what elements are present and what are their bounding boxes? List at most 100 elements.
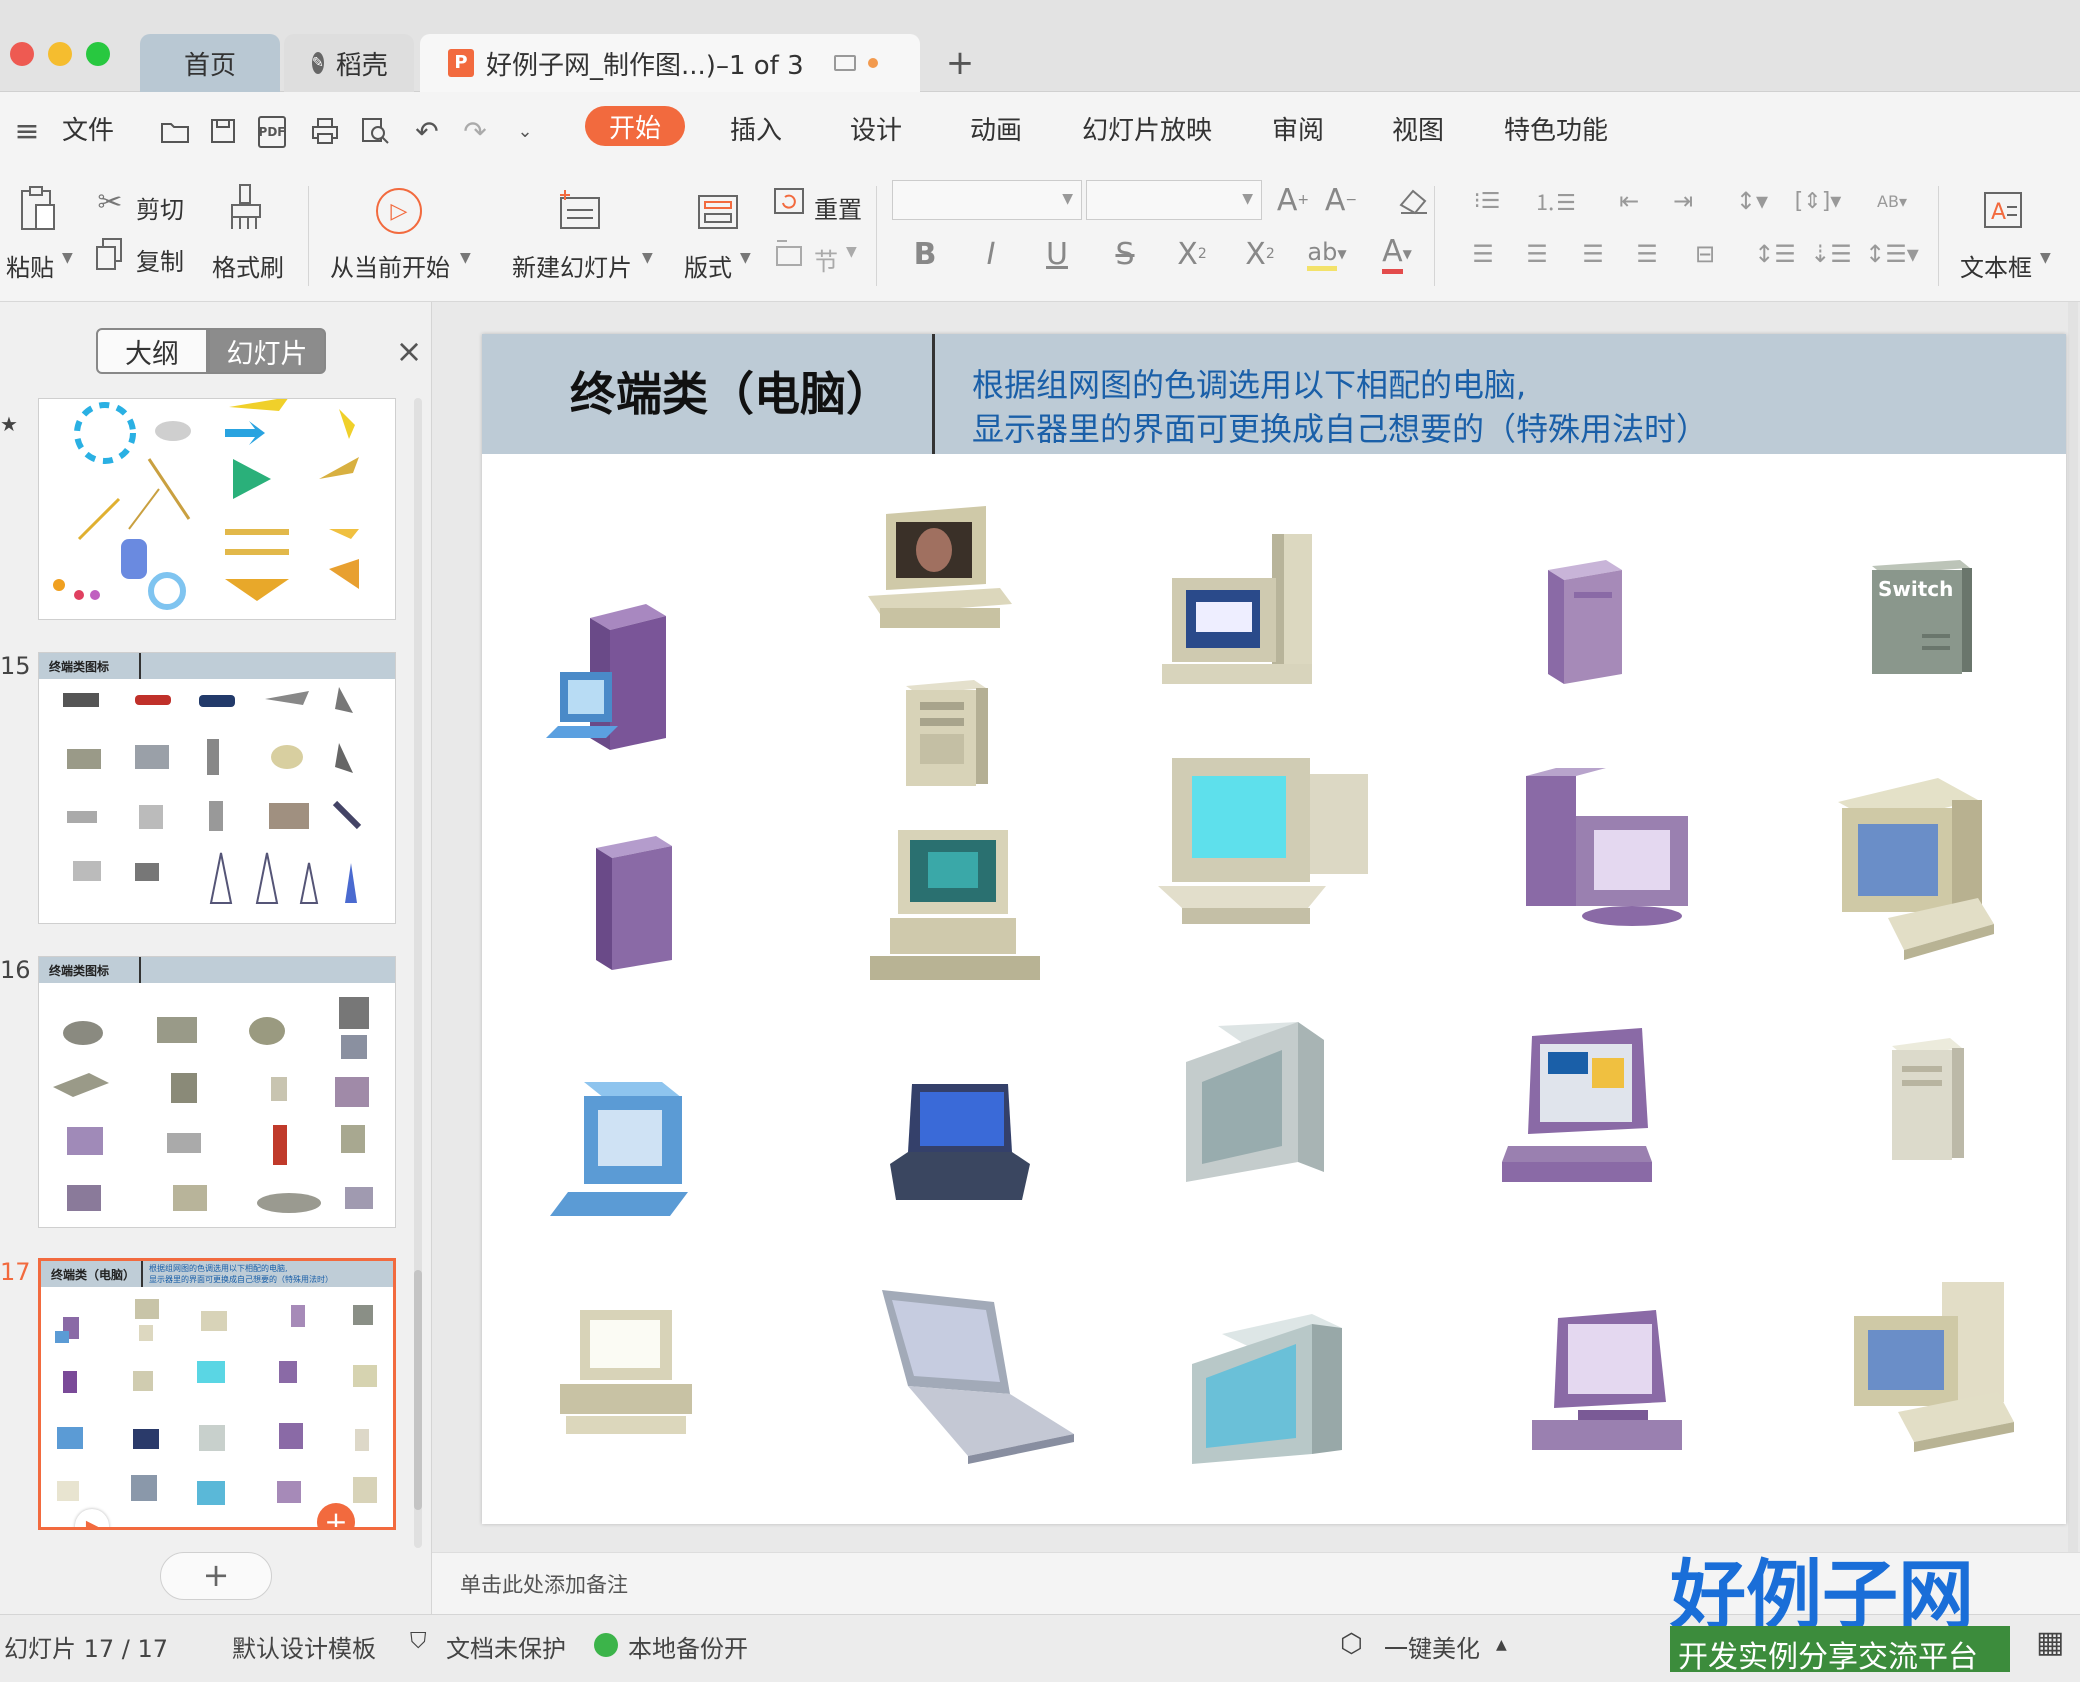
grey-laptop-icon[interactable] (878, 1286, 1078, 1466)
tab-home[interactable]: 首页 (140, 34, 280, 92)
tab-view[interactable]: 视图 (1392, 110, 1444, 147)
outline-view-button[interactable]: 大纲 (96, 328, 208, 374)
textbox-button[interactable]: 文本框 (1960, 248, 2032, 283)
save-icon[interactable] (206, 114, 240, 148)
slide-subtitle-line2[interactable]: 显示器里的界面可更换成自己想要的（特殊用法时） (972, 404, 1708, 450)
beige-monitor-video-icon[interactable] (862, 504, 1012, 634)
decrease-indent-icon[interactable]: ⇤ (1612, 184, 1646, 218)
distribute-icon[interactable]: ⊟ (1688, 236, 1722, 272)
underline-icon[interactable]: U (1040, 236, 1074, 272)
purple-monitor-screenshot-icon[interactable] (1502, 1028, 1662, 1188)
paste-icon[interactable] (16, 184, 60, 234)
beige-vintage-pc-icon[interactable] (560, 1310, 700, 1440)
open-folder-icon[interactable] (158, 114, 192, 148)
scissors-icon[interactable]: ✂ (92, 184, 128, 220)
close-panel-button[interactable]: × (394, 328, 424, 374)
slide-title[interactable]: 终端类（电脑） (570, 358, 892, 424)
decrease-font-size-icon[interactable]: A − (1324, 182, 1358, 218)
slide-thumbnail[interactable] (38, 398, 396, 620)
font-color-icon[interactable]: A ▼ (1374, 234, 1420, 274)
tab-document[interactable]: P 好例子网_制作图...)–1 of 3 (420, 34, 920, 92)
clear-format-icon[interactable] (1396, 182, 1432, 218)
new-slide-button[interactable]: 新建幻灯片 (512, 248, 632, 283)
customize-chevron-icon[interactable]: ⌄ (508, 114, 542, 148)
panel-scrollbar-thumb[interactable] (414, 1270, 422, 1510)
close-window-button[interactable] (10, 42, 34, 66)
tab-animation[interactable]: 动画 (970, 110, 1022, 147)
line-spacing-icon[interactable]: ↕☰ (1754, 236, 1796, 272)
print-icon[interactable] (308, 114, 342, 148)
cut-button[interactable]: 剪切 (136, 190, 184, 225)
purple-tower-pc-icon[interactable] (546, 598, 666, 758)
canvas-scrollbar[interactable] (2068, 302, 2078, 1552)
paste-dropdown-icon[interactable]: ▼ (62, 250, 73, 266)
tab-special-features[interactable]: 特色功能 (1504, 110, 1608, 147)
align-center-icon[interactable]: ☰ (1520, 236, 1554, 272)
beige-tower-keyboard-icon[interactable] (1848, 1282, 2018, 1472)
spacing-dropdown-icon[interactable]: ↕☰▾ (1865, 236, 1919, 272)
textbox-icon[interactable]: A (1980, 188, 2026, 232)
grey-crt-monitor-icon[interactable] (1178, 1022, 1328, 1192)
purple-tower-small-icon[interactable] (592, 834, 692, 974)
laptop-dark-icon[interactable] (882, 1080, 1032, 1210)
paste-button[interactable]: 粘贴 (6, 248, 54, 283)
textbox-dropdown-icon[interactable]: ▼ (2040, 250, 2051, 266)
format-painter-button[interactable]: 格式刷 (212, 248, 284, 283)
file-menu[interactable]: 文件 (62, 110, 114, 147)
blue-monitor-icon[interactable] (550, 1076, 710, 1226)
minimize-window-button[interactable] (48, 42, 72, 66)
bullet-list-icon[interactable]: ⁝☰ (1462, 184, 1512, 218)
beige-server-small-icon[interactable] (1886, 1036, 1976, 1166)
play-dropdown-icon[interactable]: ▼ (460, 250, 471, 266)
switch-device-icon[interactable]: Switch (1866, 558, 1976, 678)
superscript-icon[interactable]: X2 (1172, 236, 1212, 272)
tab-docer[interactable]: ✎ 稻壳 (284, 34, 414, 92)
text-transform-icon[interactable]: AB▾ (1864, 184, 1920, 218)
beige-desktop-tower-icon[interactable] (1162, 530, 1322, 690)
document-protection[interactable]: 文档未保护 (446, 1629, 566, 1664)
purple-tower-icon[interactable] (1540, 558, 1630, 688)
hamburger-menu-icon[interactable]: ≡ (10, 114, 44, 149)
teal-crt-monitor-icon[interactable] (1192, 1314, 1362, 1464)
tab-start[interactable]: 开始 (585, 106, 685, 146)
slides-view-button[interactable]: 幻灯片 (208, 328, 326, 374)
print-preview-icon[interactable] (358, 114, 392, 148)
play-from-current-button[interactable]: 从当前开始 (330, 248, 450, 283)
increase-indent-icon[interactable]: ⇥ (1666, 184, 1700, 218)
align-left-icon[interactable]: ☰ (1466, 236, 1500, 272)
font-family-select[interactable]: ▼ (892, 180, 1082, 220)
chevron-up-icon[interactable]: ▲ (1496, 1637, 1507, 1653)
local-backup[interactable]: 本地备份开 (628, 1629, 748, 1664)
redo-icon[interactable]: ↷ (458, 114, 492, 148)
justify-icon[interactable]: ☰ (1630, 236, 1664, 272)
one-click-beautify-button[interactable]: 一键美化 (1384, 1629, 1480, 1664)
highlight-icon[interactable]: ab ▼ (1304, 236, 1350, 272)
play-icon[interactable]: ▷ (376, 188, 422, 234)
beige-workstation-icon[interactable] (870, 830, 1040, 990)
paragraph-spacing-icon[interactable]: ⇣☰ (1810, 236, 1852, 272)
format-painter-icon[interactable] (226, 182, 266, 234)
current-slide[interactable]: 终端类（电脑） 根据组网图的色调选用以下相配的电脑, 显示器里的界面可更换成自己… (482, 334, 2066, 1524)
tab-design[interactable]: 设计 (850, 110, 902, 147)
slide-subtitle-line1[interactable]: 根据组网图的色调选用以下相配的电脑, (972, 360, 1526, 406)
undo-icon[interactable]: ↶ (410, 114, 444, 148)
italic-icon[interactable]: I (974, 236, 1008, 272)
font-size-select[interactable]: ▼ (1086, 180, 1262, 220)
align-right-icon[interactable]: ☰ (1576, 236, 1610, 272)
reset-button[interactable]: 重置 (814, 190, 862, 225)
text-direction-icon[interactable]: ↕▾ (1728, 184, 1776, 218)
bold-icon[interactable]: B (908, 236, 942, 272)
section-dropdown-icon[interactable]: ▼ (846, 244, 857, 260)
section-icon[interactable] (772, 236, 806, 270)
tab-insert[interactable]: 插入 (730, 110, 782, 147)
new-tab-button[interactable]: + (930, 34, 990, 92)
purple-desktop-icon[interactable] (1516, 768, 1696, 928)
export-pdf-icon[interactable]: PDF (258, 116, 286, 148)
add-slide-button[interactable]: + (160, 1552, 272, 1600)
copy-icon[interactable] (94, 236, 126, 272)
tab-slideshow[interactable]: 幻灯片放映 (1082, 110, 1212, 147)
align-text-icon[interactable]: [⇕]▾ (1792, 184, 1844, 218)
subscript-icon[interactable]: X2 (1240, 236, 1280, 272)
copy-button[interactable]: 复制 (136, 242, 184, 277)
design-template[interactable]: 默认设计模板 (232, 1629, 376, 1664)
